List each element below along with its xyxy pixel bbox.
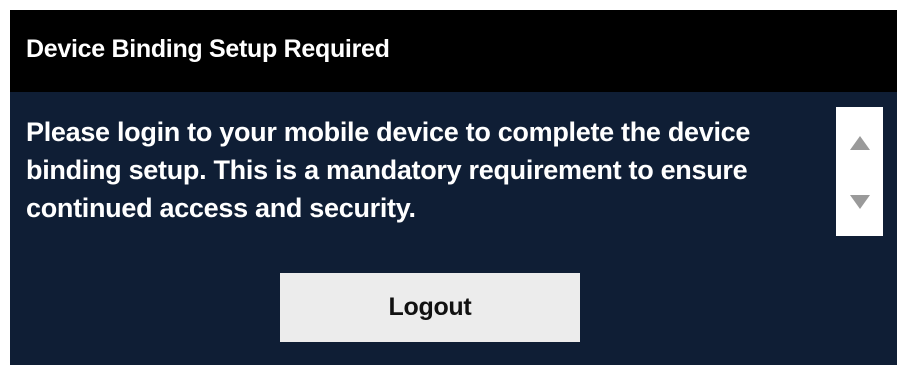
message-scrollbar[interactable]: [836, 107, 883, 236]
triangle-down-icon: [849, 195, 870, 209]
scroll-up-button[interactable]: [836, 123, 883, 163]
scroll-down-button[interactable]: [836, 182, 883, 222]
device-binding-dialog: Device Binding Setup Required Please log…: [10, 10, 897, 365]
dialog-title: Device Binding Setup Required: [26, 35, 390, 63]
dialog-titlebar: Device Binding Setup Required: [10, 10, 897, 92]
triangle-up-icon: [849, 136, 870, 150]
dialog-message: Please login to your mobile device to co…: [26, 117, 751, 223]
logout-button[interactable]: Logout: [280, 273, 580, 342]
